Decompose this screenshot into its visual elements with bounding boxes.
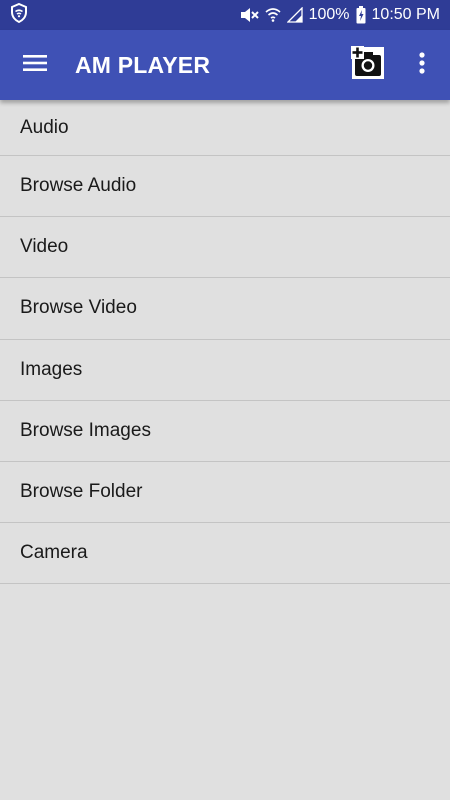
menu-item-label: Audio — [20, 116, 69, 138]
menu-list: Audio Browse Audio Video Browse Video Im… — [0, 100, 450, 585]
menu-item-label: Images — [20, 358, 83, 380]
menu-item-browse-folder[interactable]: Browse Folder — [0, 462, 450, 524]
menu-item-label: Camera — [20, 542, 88, 564]
shield-icon — [10, 2, 28, 28]
battery-charging-icon — [356, 6, 366, 24]
menu-item-label: Browse Audio — [20, 175, 137, 197]
signal-icon — [286, 7, 303, 23]
menu-item-label: Browse Video — [20, 297, 137, 319]
menu-button[interactable] — [0, 30, 70, 100]
more-vert-icon — [419, 51, 425, 79]
menu-item-label: Browse Folder — [20, 481, 143, 503]
hamburger-menu-icon — [23, 54, 47, 77]
menu-item-label: Browse Images — [20, 419, 151, 441]
app-bar: AM PLAYER — [0, 30, 450, 100]
add-camera-button[interactable] — [342, 39, 394, 91]
mute-icon — [239, 6, 259, 24]
status-bar: 100% 10:50 PM — [0, 0, 450, 30]
clock: 10:50 PM — [371, 6, 440, 23]
menu-item-browse-images[interactable]: Browse Images — [0, 401, 450, 462]
menu-item-camera[interactable]: Camera — [0, 523, 450, 585]
battery-label: 100% — [308, 6, 350, 23]
menu-item-browse-video[interactable]: Browse Video — [0, 278, 450, 340]
app-title: AM PLAYER — [75, 51, 211, 78]
wifi-icon — [265, 7, 281, 23]
menu-item-images[interactable]: Images — [0, 340, 450, 401]
menu-item-label: Video — [20, 236, 69, 258]
menu-item-browse-audio[interactable]: Browse Audio — [0, 156, 450, 218]
menu-item-audio[interactable]: Audio — [0, 100, 450, 156]
status-left — [10, 2, 28, 28]
menu-item-video[interactable]: Video — [0, 217, 450, 279]
status-icons: 100% 10:50 PM — [239, 6, 440, 24]
add-camera-icon — [351, 45, 385, 85]
overflow-menu-button[interactable] — [400, 30, 444, 100]
